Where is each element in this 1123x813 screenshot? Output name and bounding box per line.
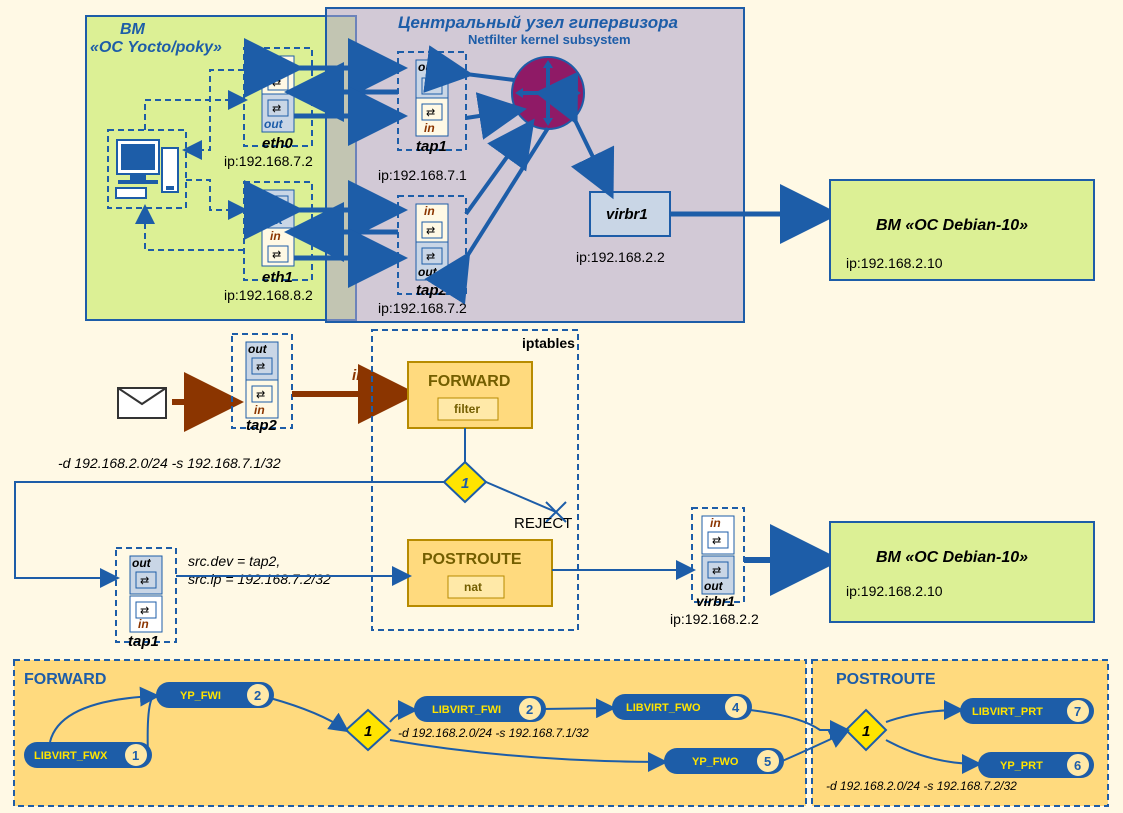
decision-1-num: 1 bbox=[461, 475, 469, 492]
vm-yocto-title1: ВМ bbox=[120, 21, 146, 38]
eth1-name: eth1 bbox=[262, 269, 293, 286]
d2-num: 1 bbox=[862, 723, 870, 740]
src-note-2: src.ip = 192.168.7.2/32 bbox=[188, 571, 331, 587]
flow-tap2-name: tap2 bbox=[246, 417, 278, 434]
hypervisor-subtitle: Netfilter kernel subsystem bbox=[468, 32, 631, 47]
flow-in1: in bbox=[188, 375, 201, 392]
reject-label: REJECT bbox=[514, 515, 572, 532]
eth1-in: in bbox=[270, 229, 281, 243]
node-libvirt-fwo: LIBVIRT_FWO 4 bbox=[612, 694, 752, 720]
flow-rule1: -d 192.168.2.0/24 -s 192.168.7.1/32 bbox=[58, 455, 281, 471]
n-libvirt-fwx-t: LIBVIRT_FWX bbox=[34, 750, 108, 762]
svg-text:⇄: ⇄ bbox=[712, 565, 721, 577]
d1-num: 1 bbox=[364, 723, 372, 740]
flow-virbr1-name: virbr1 bbox=[696, 593, 735, 609]
svg-text:⇄: ⇄ bbox=[426, 225, 435, 237]
vm-debian-top-ip: ip:192.168.2.10 bbox=[846, 255, 943, 271]
n-libvirt-fwo-t: LIBVIRT_FWO bbox=[626, 702, 701, 714]
flow-tap2-in: in bbox=[254, 403, 265, 417]
n-libvirt-prt-t: LIBVIRT_PRT bbox=[972, 706, 1043, 718]
flow-virbr1-in: in bbox=[710, 516, 721, 530]
tap2-ip: ip:192.168.7.2 bbox=[378, 300, 467, 316]
svg-text:⇄: ⇄ bbox=[426, 251, 435, 263]
tap1-in: in bbox=[424, 121, 435, 135]
vm-yocto-title2: «ОС Yocto/poky» bbox=[90, 39, 222, 56]
svg-text:⇄: ⇄ bbox=[272, 103, 281, 115]
postroute-panel-label: POSTROUTE bbox=[836, 671, 936, 688]
n-yp-fwo-t: YP_FWO bbox=[692, 756, 739, 768]
decision-1: 1 bbox=[444, 462, 486, 502]
forward-sub: filter bbox=[454, 402, 480, 416]
eth0-ip: ip:192.168.7.2 bbox=[224, 153, 313, 169]
hypervisor-title: Центральный узел гипервизора bbox=[398, 13, 678, 32]
n-yp-fwi-n: 2 bbox=[254, 688, 261, 703]
svg-text:⇄: ⇄ bbox=[272, 199, 281, 211]
node-libvirt-prt: LIBVIRT_PRT 7 bbox=[960, 698, 1094, 724]
vm-debian-bottom bbox=[830, 522, 1094, 622]
svg-text:⇄: ⇄ bbox=[272, 77, 281, 89]
n-libvirt-fwx-n: 1 bbox=[132, 748, 139, 763]
hypervisor-box bbox=[326, 8, 744, 322]
n-yp-fwi-t: YP_FWI bbox=[180, 690, 221, 702]
flow-virbr1-block: in ⇄ ⇄ out virbr1 ip:192.168.2.2 bbox=[670, 508, 759, 627]
n-libvirt-prt-n: 7 bbox=[1074, 704, 1081, 719]
iptables-label: iptables bbox=[522, 335, 575, 351]
svg-text:⇄: ⇄ bbox=[140, 605, 149, 617]
src-note-1: src.dev = tap2, bbox=[188, 553, 280, 569]
n-libvirt-fwi-n: 2 bbox=[526, 702, 533, 717]
svg-text:⇄: ⇄ bbox=[272, 249, 281, 261]
svg-text:⇄: ⇄ bbox=[256, 389, 265, 401]
flow-virbr1-out: out bbox=[704, 579, 724, 593]
n-yp-fwo-n: 5 bbox=[764, 754, 771, 769]
vm-debian-bottom-ip: ip:192.168.2.10 bbox=[846, 583, 943, 599]
node-yp-fwi: YP_FWI 2 bbox=[156, 682, 274, 708]
n-yp-prt-n: 6 bbox=[1074, 758, 1081, 773]
tap2-out: out bbox=[418, 265, 438, 279]
tap1-out: out bbox=[418, 60, 438, 74]
node-libvirt-fwx: LIBVIRT_FWX 1 bbox=[24, 742, 152, 768]
forward-title: FORWARD bbox=[428, 373, 510, 390]
virbr1-ip: ip:192.168.2.2 bbox=[576, 249, 665, 265]
flow-virbr1-ip: ip:192.168.2.2 bbox=[670, 611, 759, 627]
tap2-in: in bbox=[424, 204, 435, 218]
flow-tap2-out: out bbox=[248, 342, 268, 356]
eth1-ip: ip:192.168.8.2 bbox=[224, 287, 313, 303]
eth0-in: in bbox=[270, 57, 281, 71]
svg-text:⇄: ⇄ bbox=[426, 107, 435, 119]
chains-rule-right: -d 192.168.2.0/24 -s 192.168.7.2/32 bbox=[826, 779, 1017, 793]
vm-debian-bottom-title: ВМ «ОС Debian-10» bbox=[876, 549, 1028, 566]
eth0-out: out bbox=[264, 117, 284, 131]
svg-text:⇄: ⇄ bbox=[256, 361, 265, 373]
flow-tap1-in: in bbox=[138, 617, 149, 631]
tap1-name: tap1 bbox=[416, 138, 447, 155]
n-libvirt-fwo-n: 4 bbox=[732, 700, 740, 715]
vm-debian-top-title: ВМ «ОС Debian-10» bbox=[876, 217, 1028, 234]
flow-tap1-name: tap1 bbox=[128, 633, 159, 650]
node-yp-prt: YP_PRT 6 bbox=[978, 752, 1094, 778]
postroute-sub: nat bbox=[464, 580, 482, 594]
flow-tap1-out: out bbox=[132, 556, 152, 570]
node-libvirt-fwi: LIBVIRT_FWI 2 bbox=[414, 696, 546, 722]
svg-text:⇄: ⇄ bbox=[712, 535, 721, 547]
tap2-name: tap2 bbox=[416, 282, 448, 299]
n-yp-prt-t: YP_PRT bbox=[1000, 760, 1043, 772]
flow-tap1-block: out ⇄ ⇄ in tap1 bbox=[116, 548, 176, 650]
n-libvirt-fwi-t: LIBVIRT_FWI bbox=[432, 704, 501, 716]
svg-text:⇄: ⇄ bbox=[140, 575, 149, 587]
diagram: ВМ «ОС Yocto/poky» in ⇄ ⇄ out eth0 ip:19… bbox=[0, 0, 1123, 813]
postroute-title: POSTROUTE bbox=[422, 551, 522, 568]
eth1-out: out bbox=[264, 213, 284, 227]
chains-rule-mid: -d 192.168.2.0/24 -s 192.168.7.1/32 bbox=[398, 726, 589, 740]
forward-panel-label: FORWARD bbox=[24, 671, 106, 688]
eth0-name: eth0 bbox=[262, 135, 294, 152]
envelope-icon bbox=[118, 388, 166, 418]
tap1-ip: ip:192.168.7.1 bbox=[378, 167, 467, 183]
svg-text:⇄: ⇄ bbox=[426, 81, 435, 93]
node-yp-fwo: YP_FWO 5 bbox=[664, 748, 784, 774]
router-icon bbox=[512, 57, 584, 129]
flow-tap2-block: out ⇄ ⇄ in tap2 bbox=[232, 334, 292, 434]
virbr1-name: virbr1 bbox=[606, 206, 648, 223]
flow-in2: in bbox=[352, 367, 365, 384]
